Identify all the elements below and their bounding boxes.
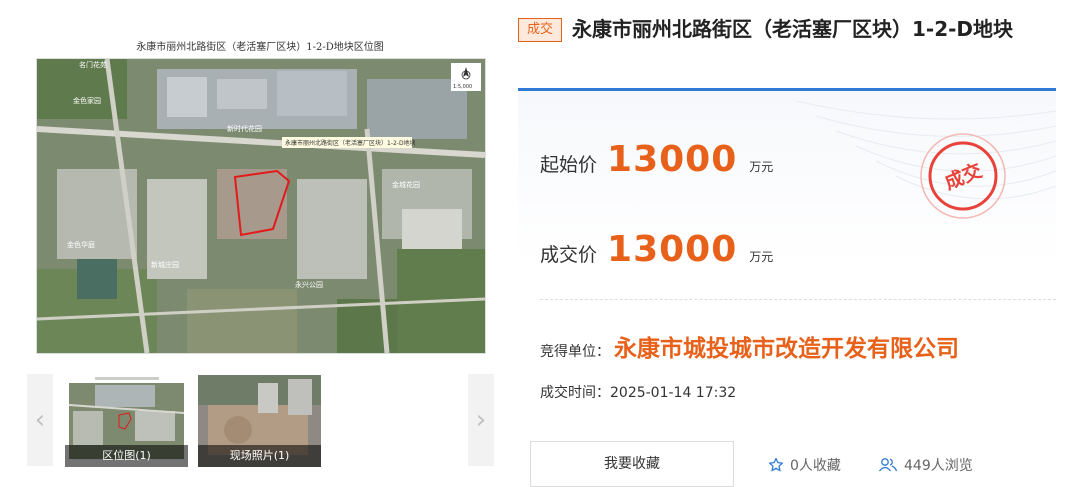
thumbnail-strip: ‹ 区位图(1) 现场照片(1) › — [27, 374, 494, 467]
map-place-label: 名门花苑 — [79, 60, 107, 69]
views-stat: 449人浏览 — [878, 455, 973, 475]
chevron-left-icon[interactable]: ‹ — [27, 374, 53, 466]
map-place-label: 新时代花园 — [227, 124, 262, 133]
deal-price-unit: 万元 — [749, 250, 774, 264]
views-count: 449人浏览 — [904, 458, 973, 474]
favorites-count: 0人收藏 — [790, 458, 841, 474]
thumbnail-location-map[interactable]: 区位图(1) — [65, 375, 188, 467]
star-icon — [768, 457, 784, 472]
stamp-icon: 成交 — [920, 133, 1006, 219]
start-price-label: 起始价 — [540, 154, 598, 176]
page-title: 永康市丽州北路街区（老活塞厂区块）1-2-D地块 — [572, 17, 1014, 41]
thumbnail-caption: 现场照片(1) — [198, 445, 321, 467]
chevron-right-icon[interactable]: › — [468, 374, 494, 466]
deal-price-value: 13000 — [607, 229, 738, 270]
winner-row: 竞得单位： 永康市城投城市改造开发有限公司 — [540, 329, 959, 363]
stamp-text: 成交 — [941, 159, 985, 195]
location-map-image[interactable]: 永康市丽州北路街区（老活塞厂区块）1-2-D地块 名门花苑 金色家园 新时代花园… — [36, 58, 486, 354]
aerial-map: 永康市丽州北路街区（老活塞厂区块）1-2-D地块 名门花苑 金色家园 新时代花园… — [37, 59, 485, 353]
map-overlay-label: 永康市丽州北路街区（老活塞厂区块）1-2-D地块 — [285, 139, 416, 147]
map-place-label: 金色家园 — [73, 96, 101, 105]
favorites-stat[interactable]: 0人收藏 — [768, 455, 841, 475]
map-scale: 1:5,000 — [453, 84, 472, 90]
map-place-label: 金城花园 — [392, 180, 420, 189]
deal-time: 成交时间：2025-01-14 17:32 — [540, 385, 737, 401]
map-place-label: 金色华庭 — [67, 240, 95, 249]
divider — [540, 299, 1056, 300]
thumbnail-caption: 区位图(1) — [65, 445, 188, 467]
winner-value: 永康市城投城市改造开发有限公司 — [614, 336, 959, 362]
map-place-label: 永兴公园 — [295, 280, 323, 289]
deal-price-label: 成交价 — [540, 244, 598, 266]
users-icon — [878, 458, 898, 472]
deal-price-row: 成交价 13000 万元 — [540, 229, 773, 270]
start-price-unit: 万元 — [749, 160, 774, 174]
winner-label: 竞得单位： — [540, 344, 610, 360]
map-title: 永康市丽州北路街区（老活塞厂区块）1-2-D地块区位图 — [136, 42, 384, 53]
map-place-label: 新城庄园 — [151, 260, 179, 269]
status-badge: 成交 — [518, 18, 562, 42]
price-panel: 起始价 13000 万元 成交价 13000 万元 成交 竞得单位： 永康市城投… — [518, 88, 1056, 487]
start-price-value: 13000 — [607, 139, 738, 180]
favorite-button[interactable]: 我要收藏 — [530, 441, 734, 487]
thumbnail-site-photo[interactable]: 现场照片(1) — [198, 375, 321, 467]
start-price-row: 起始价 13000 万元 — [540, 139, 773, 180]
